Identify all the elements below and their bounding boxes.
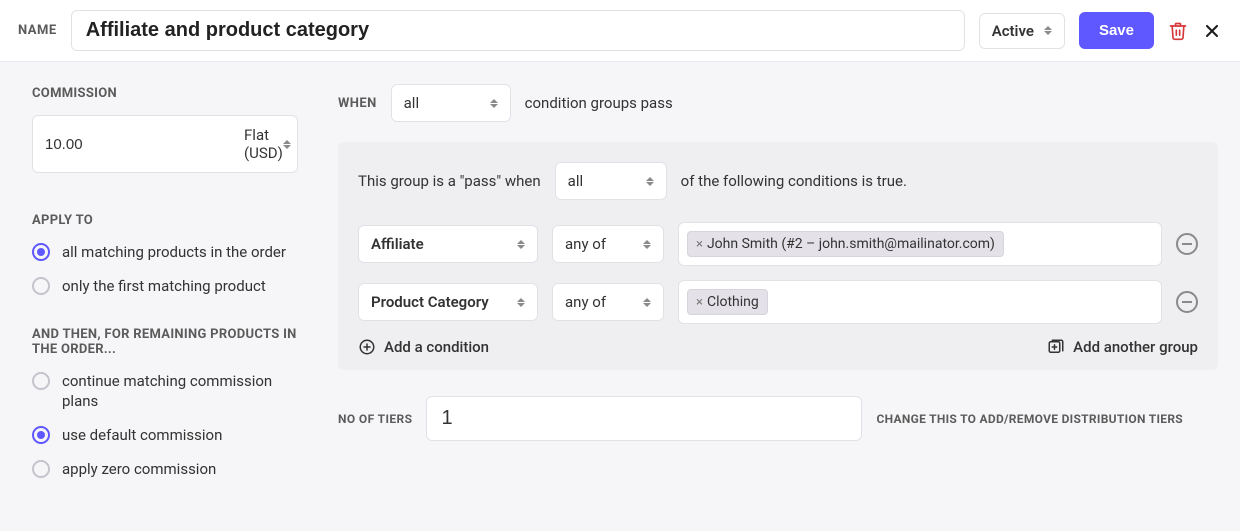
tag-remove-icon[interactable]: × (696, 295, 703, 310)
radio-icon (32, 426, 50, 444)
condition-tags-input[interactable]: × Clothing (678, 280, 1162, 324)
remaining-option-default[interactable]: use default commission (32, 425, 298, 445)
select-arrows-icon (1044, 26, 1052, 35)
delete-button[interactable] (1168, 21, 1188, 41)
commission-type-value: Flat (USD) (244, 126, 283, 162)
radio-label: all matching products in the order (62, 242, 286, 262)
group-header-post: of the following conditions is true. (681, 172, 907, 190)
group-footer: Add a condition Add another group (358, 338, 1198, 356)
commission-amount-input[interactable] (45, 136, 244, 153)
remaining-radios: continue matching commission plans use d… (32, 371, 298, 480)
tag-chip: × Clothing (687, 289, 768, 315)
group-header-pre: This group is a "pass" when (358, 172, 541, 190)
select-arrows-icon (490, 99, 498, 108)
radio-label: use default commission (62, 425, 222, 445)
commission-type-select[interactable]: Flat (USD) (244, 126, 291, 162)
condition-operator-value: any of (565, 235, 606, 253)
condition-tags-input[interactable]: × John Smith (#2 – john.smith@mailinator… (678, 222, 1162, 266)
condition-operator-value: any of (565, 293, 606, 311)
apply-to-option-all[interactable]: all matching products in the order (32, 242, 298, 262)
radio-icon (32, 277, 50, 295)
radio-icon (32, 243, 50, 261)
radio-label: only the first matching product (62, 276, 266, 296)
tiers-input[interactable] (426, 396, 862, 441)
when-selector-value: all (404, 94, 419, 112)
save-button[interactable]: Save (1079, 12, 1154, 49)
remaining-title: AND THEN, FOR REMAINING PRODUCTS IN THE … (32, 327, 298, 357)
add-condition-label: Add a condition (384, 338, 489, 356)
select-arrows-icon (643, 298, 651, 307)
radio-label: apply zero commission (62, 459, 216, 479)
tiers-help-text: CHANGE THIS TO ADD/REMOVE DISTRIBUTION T… (876, 412, 1183, 426)
radio-icon (32, 372, 50, 390)
status-select[interactable]: Active (979, 13, 1065, 49)
group-header-row: This group is a "pass" when all of the f… (358, 162, 1198, 200)
tag-remove-icon[interactable]: × (696, 237, 703, 252)
condition-group-card: This group is a "pass" when all of the f… (338, 142, 1218, 370)
trash-icon (1168, 21, 1188, 41)
header-bar: NAME Active Save (0, 0, 1240, 62)
status-value: Active (992, 22, 1034, 40)
plus-circle-icon (358, 338, 376, 356)
apply-to-title: APPLY TO (32, 213, 298, 228)
commission-title: COMMISSION (32, 86, 298, 101)
remove-condition-button[interactable] (1176, 291, 1198, 313)
add-group-icon (1047, 338, 1065, 356)
add-group-label: Add another group (1073, 338, 1198, 356)
tag-chip: × John Smith (#2 – john.smith@mailinator… (687, 231, 1004, 257)
when-label: WHEN (338, 96, 377, 111)
select-arrows-icon (517, 298, 525, 307)
add-group-button[interactable]: Add another group (1047, 338, 1198, 356)
select-arrows-icon (643, 240, 651, 249)
condition-field-select[interactable]: Affiliate (358, 225, 538, 263)
when-row: WHEN all condition groups pass (338, 84, 1218, 122)
condition-field-value: Product Category (371, 293, 489, 311)
add-condition-button[interactable]: Add a condition (358, 338, 489, 356)
condition-row: Affiliate any of × John Smith (#2 – john… (358, 222, 1198, 266)
commission-box: Flat (USD) (32, 115, 298, 173)
when-tail-text: condition groups pass (525, 94, 673, 112)
group-header-select-value: all (568, 172, 583, 190)
condition-row: Product Category any of × Clothing (358, 280, 1198, 324)
remove-condition-button[interactable] (1176, 233, 1198, 255)
tiers-label: NO OF TIERS (338, 412, 412, 426)
radio-label: continue matching commission plans (62, 371, 298, 412)
close-button[interactable] (1202, 21, 1222, 41)
tag-label: John Smith (#2 – john.smith@mailinator.c… (707, 236, 995, 252)
select-arrows-icon (646, 177, 654, 186)
apply-to-option-first[interactable]: only the first matching product (32, 276, 298, 296)
apply-to-radios: all matching products in the order only … (32, 242, 298, 297)
select-arrows-icon (283, 140, 291, 149)
name-input[interactable] (71, 10, 965, 51)
radio-icon (32, 460, 50, 478)
condition-field-value: Affiliate (371, 235, 424, 253)
name-label: NAME (18, 23, 57, 38)
close-icon (1202, 21, 1222, 41)
remaining-option-continue[interactable]: continue matching commission plans (32, 371, 298, 412)
remaining-option-zero[interactable]: apply zero commission (32, 459, 298, 479)
conditions-main: WHEN all condition groups pass This grou… (316, 62, 1240, 461)
tiers-row: NO OF TIERS CHANGE THIS TO ADD/REMOVE DI… (338, 396, 1218, 441)
tag-label: Clothing (707, 294, 759, 310)
group-header-select[interactable]: all (555, 162, 667, 200)
condition-operator-select[interactable]: any of (552, 225, 664, 263)
select-arrows-icon (517, 240, 525, 249)
settings-sidebar: COMMISSION Flat (USD) APPLY TO all match… (0, 62, 316, 530)
condition-field-select[interactable]: Product Category (358, 283, 538, 321)
when-selector[interactable]: all (391, 84, 511, 122)
condition-operator-select[interactable]: any of (552, 283, 664, 321)
